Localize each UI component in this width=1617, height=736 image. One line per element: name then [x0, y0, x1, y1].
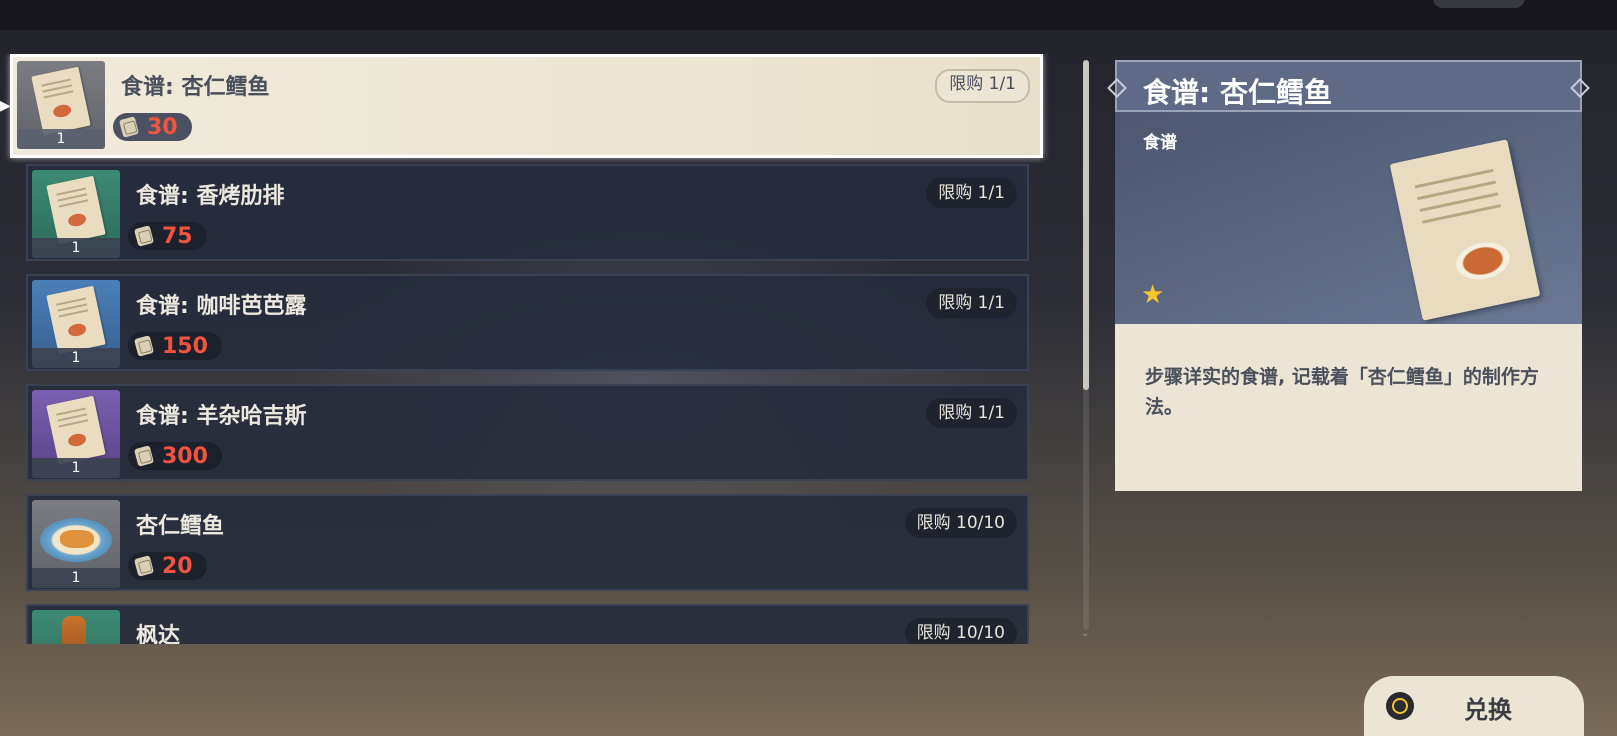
purchase-limit-badge: 限购 1/1 — [926, 398, 1017, 428]
purchase-limit-badge: 限购 10/10 — [904, 618, 1017, 644]
shop-item[interactable]: 枫达 限购 10/10 — [26, 604, 1029, 644]
item-price: 300 — [128, 442, 222, 470]
bottle-icon — [62, 616, 86, 644]
currency-icon — [133, 335, 155, 357]
item-price: 20 — [128, 552, 207, 580]
confirm-icon — [1386, 692, 1414, 720]
item-count: 1 — [32, 348, 120, 368]
item-count: 1 — [32, 238, 120, 258]
shop-item[interactable]: 1 食谱: 香烤肋排 75 限购 1/1 — [26, 164, 1029, 261]
item-thumbnail: 1 — [32, 390, 120, 478]
fish-dish-icon — [40, 518, 112, 562]
item-price: 150 — [128, 332, 222, 360]
item-price: 30 — [113, 113, 192, 141]
purchase-limit-badge: 限购 1/1 — [926, 178, 1017, 208]
price-value: 20 — [162, 553, 193, 579]
currency-icon — [133, 225, 155, 247]
purchase-limit-badge: 限购 10/10 — [904, 508, 1017, 538]
price-value: 75 — [162, 223, 193, 249]
detail-title: 食谱: 杏仁鳕鱼 — [1143, 76, 1332, 109]
item-count: 1 — [17, 129, 105, 149]
item-type: 食谱 — [1143, 133, 1177, 153]
purchase-limit-badge: 限购 1/1 — [935, 69, 1030, 103]
item-title: 食谱: 咖啡芭芭露 — [136, 294, 307, 319]
star-icon: ★ — [1141, 280, 1165, 310]
item-title: 食谱: 羊杂哈吉斯 — [136, 404, 307, 429]
top-bar — [0, 0, 1617, 30]
item-title: 杏仁鳕鱼 — [136, 514, 225, 539]
top-tab[interactable] — [1433, 0, 1525, 8]
scroll-down-arrow-icon[interactable]: ⌄ — [1081, 628, 1089, 639]
exchange-label: 兑换 — [1464, 696, 1512, 724]
price-value: 150 — [162, 333, 208, 359]
detail-header: 食谱: 杏仁鳕鱼 — [1115, 60, 1582, 112]
purchase-limit-badge: 限购 1/1 — [926, 288, 1017, 318]
currency-icon — [133, 445, 155, 467]
item-count: 1 — [32, 568, 120, 588]
shop-item[interactable]: 1 食谱: 咖啡芭芭露 150 限购 1/1 — [26, 274, 1029, 371]
detail-description-box: 步骤详实的食谱, 记载着「杏仁鳕鱼」的制作方法。 — [1115, 324, 1582, 491]
item-thumbnail: 1 — [32, 280, 120, 368]
item-title: 枫达 — [136, 624, 181, 644]
recipe-paper-icon — [31, 66, 91, 136]
item-thumbnail — [32, 610, 120, 644]
recipe-paper-icon — [46, 175, 106, 245]
item-description: 步骤详实的食谱, 记载着「杏仁鳕鱼」的制作方法。 — [1145, 366, 1539, 418]
recipe-paper-icon — [46, 285, 106, 355]
scrollbar-thumb[interactable] — [1083, 60, 1089, 390]
shop-item[interactable]: 1 杏仁鳕鱼 20 限购 10/10 — [26, 494, 1029, 591]
recipe-paper-icon — [46, 395, 106, 465]
item-title: 食谱: 香烤肋排 — [136, 184, 285, 209]
item-count: 1 — [32, 458, 120, 478]
item-detail-panel: 食谱: 杏仁鳕鱼 食谱 ★ 步骤详实的食谱, 记载着「杏仁鳕鱼」的制作方法。 — [1115, 60, 1582, 491]
detail-artwork: 食谱 ★ — [1115, 112, 1582, 324]
shop-item-selected[interactable]: 1 食谱: 杏仁鳕鱼 30 限购 1/1 — [10, 54, 1043, 158]
item-thumbnail: 1 — [32, 170, 120, 258]
item-thumbnail: 1 — [32, 500, 120, 588]
price-value: 30 — [147, 114, 178, 140]
item-title: 食谱: 杏仁鳕鱼 — [121, 75, 270, 100]
currency-icon — [133, 555, 155, 577]
exchange-button[interactable]: 兑换 — [1364, 676, 1584, 736]
currency-icon — [118, 116, 140, 138]
item-thumbnail: 1 — [17, 61, 105, 149]
recipe-paper-icon — [1389, 139, 1541, 321]
shop-item-list[interactable]: 1 食谱: 杏仁鳕鱼 30 限购 1/1 1 食谱: 香烤肋排 75 限购 1/… — [0, 54, 1060, 644]
shop-item[interactable]: 1 食谱: 羊杂哈吉斯 300 限购 1/1 — [26, 384, 1029, 481]
item-price: 75 — [128, 222, 207, 250]
price-value: 300 — [162, 443, 208, 469]
